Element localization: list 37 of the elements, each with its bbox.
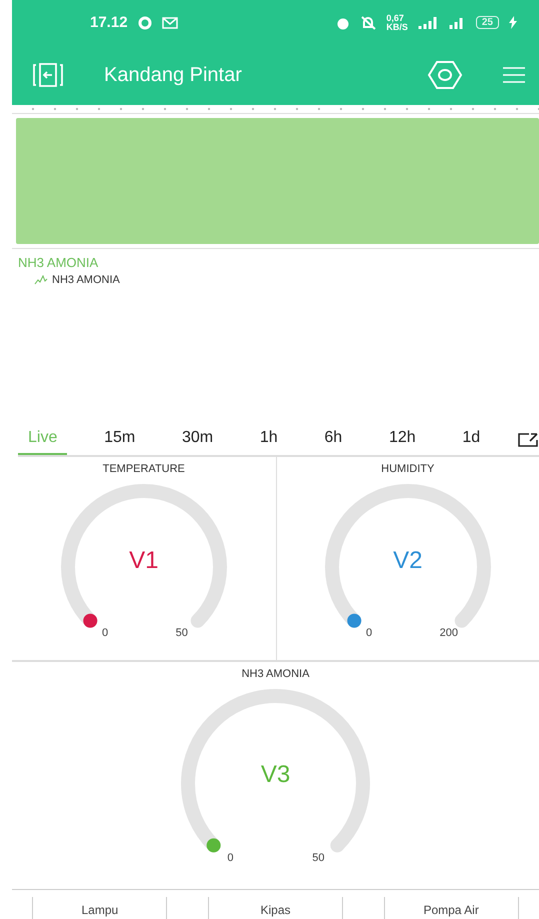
gauge-min: 0 (102, 626, 108, 639)
mail-icon (162, 16, 178, 28)
gauge-value: V2 (392, 546, 424, 575)
time-range-tab[interactable]: 6h (314, 425, 352, 456)
menu-icon[interactable] (503, 66, 525, 84)
circle-icon (138, 16, 152, 30)
expand-icon[interactable] (516, 432, 539, 448)
time-range-tab[interactable]: 12h (378, 425, 426, 456)
gauge-max: 50 (312, 852, 324, 864)
time-range-tab[interactable]: 30m (172, 425, 224, 456)
line-chart-icon (34, 275, 48, 286)
settings-icon[interactable] (427, 60, 463, 90)
control-button[interactable]: Kipas (208, 897, 343, 919)
legend-label: NH3 AMONIA (52, 274, 120, 286)
app-title: Kandang Pintar (104, 64, 243, 86)
charging-icon (509, 16, 517, 29)
gauge-min: 0 (227, 852, 234, 864)
gauge-title: NH3 AMONIA (242, 668, 310, 680)
gauge-title: HUMIDITY (381, 463, 434, 476)
mute-icon (360, 16, 376, 30)
control-button[interactable]: Pompa Air (384, 897, 519, 919)
chart-title: NH3 AMONIA (18, 255, 100, 270)
gauge-value: V1 (128, 546, 160, 575)
status-time: 17.12 (90, 14, 128, 31)
control-button[interactable]: Lampu (32, 897, 168, 919)
gauge-value: V3 (260, 760, 292, 788)
network-speed: 0,67 KB/S (386, 14, 408, 32)
gauge-title: TEMPERATURE (102, 463, 185, 476)
gauge-max: 50 (176, 626, 188, 639)
signal-icon (418, 16, 438, 29)
gauge-min: 0 (366, 626, 372, 639)
time-range-tab[interactable]: 1d (452, 425, 490, 456)
time-range-tab[interactable]: 15m (94, 425, 146, 456)
gauge-max: 200 (440, 626, 458, 639)
battery-level: 25 (476, 16, 499, 29)
exit-icon[interactable] (32, 61, 64, 89)
time-range-tab[interactable]: 1h (250, 425, 288, 456)
